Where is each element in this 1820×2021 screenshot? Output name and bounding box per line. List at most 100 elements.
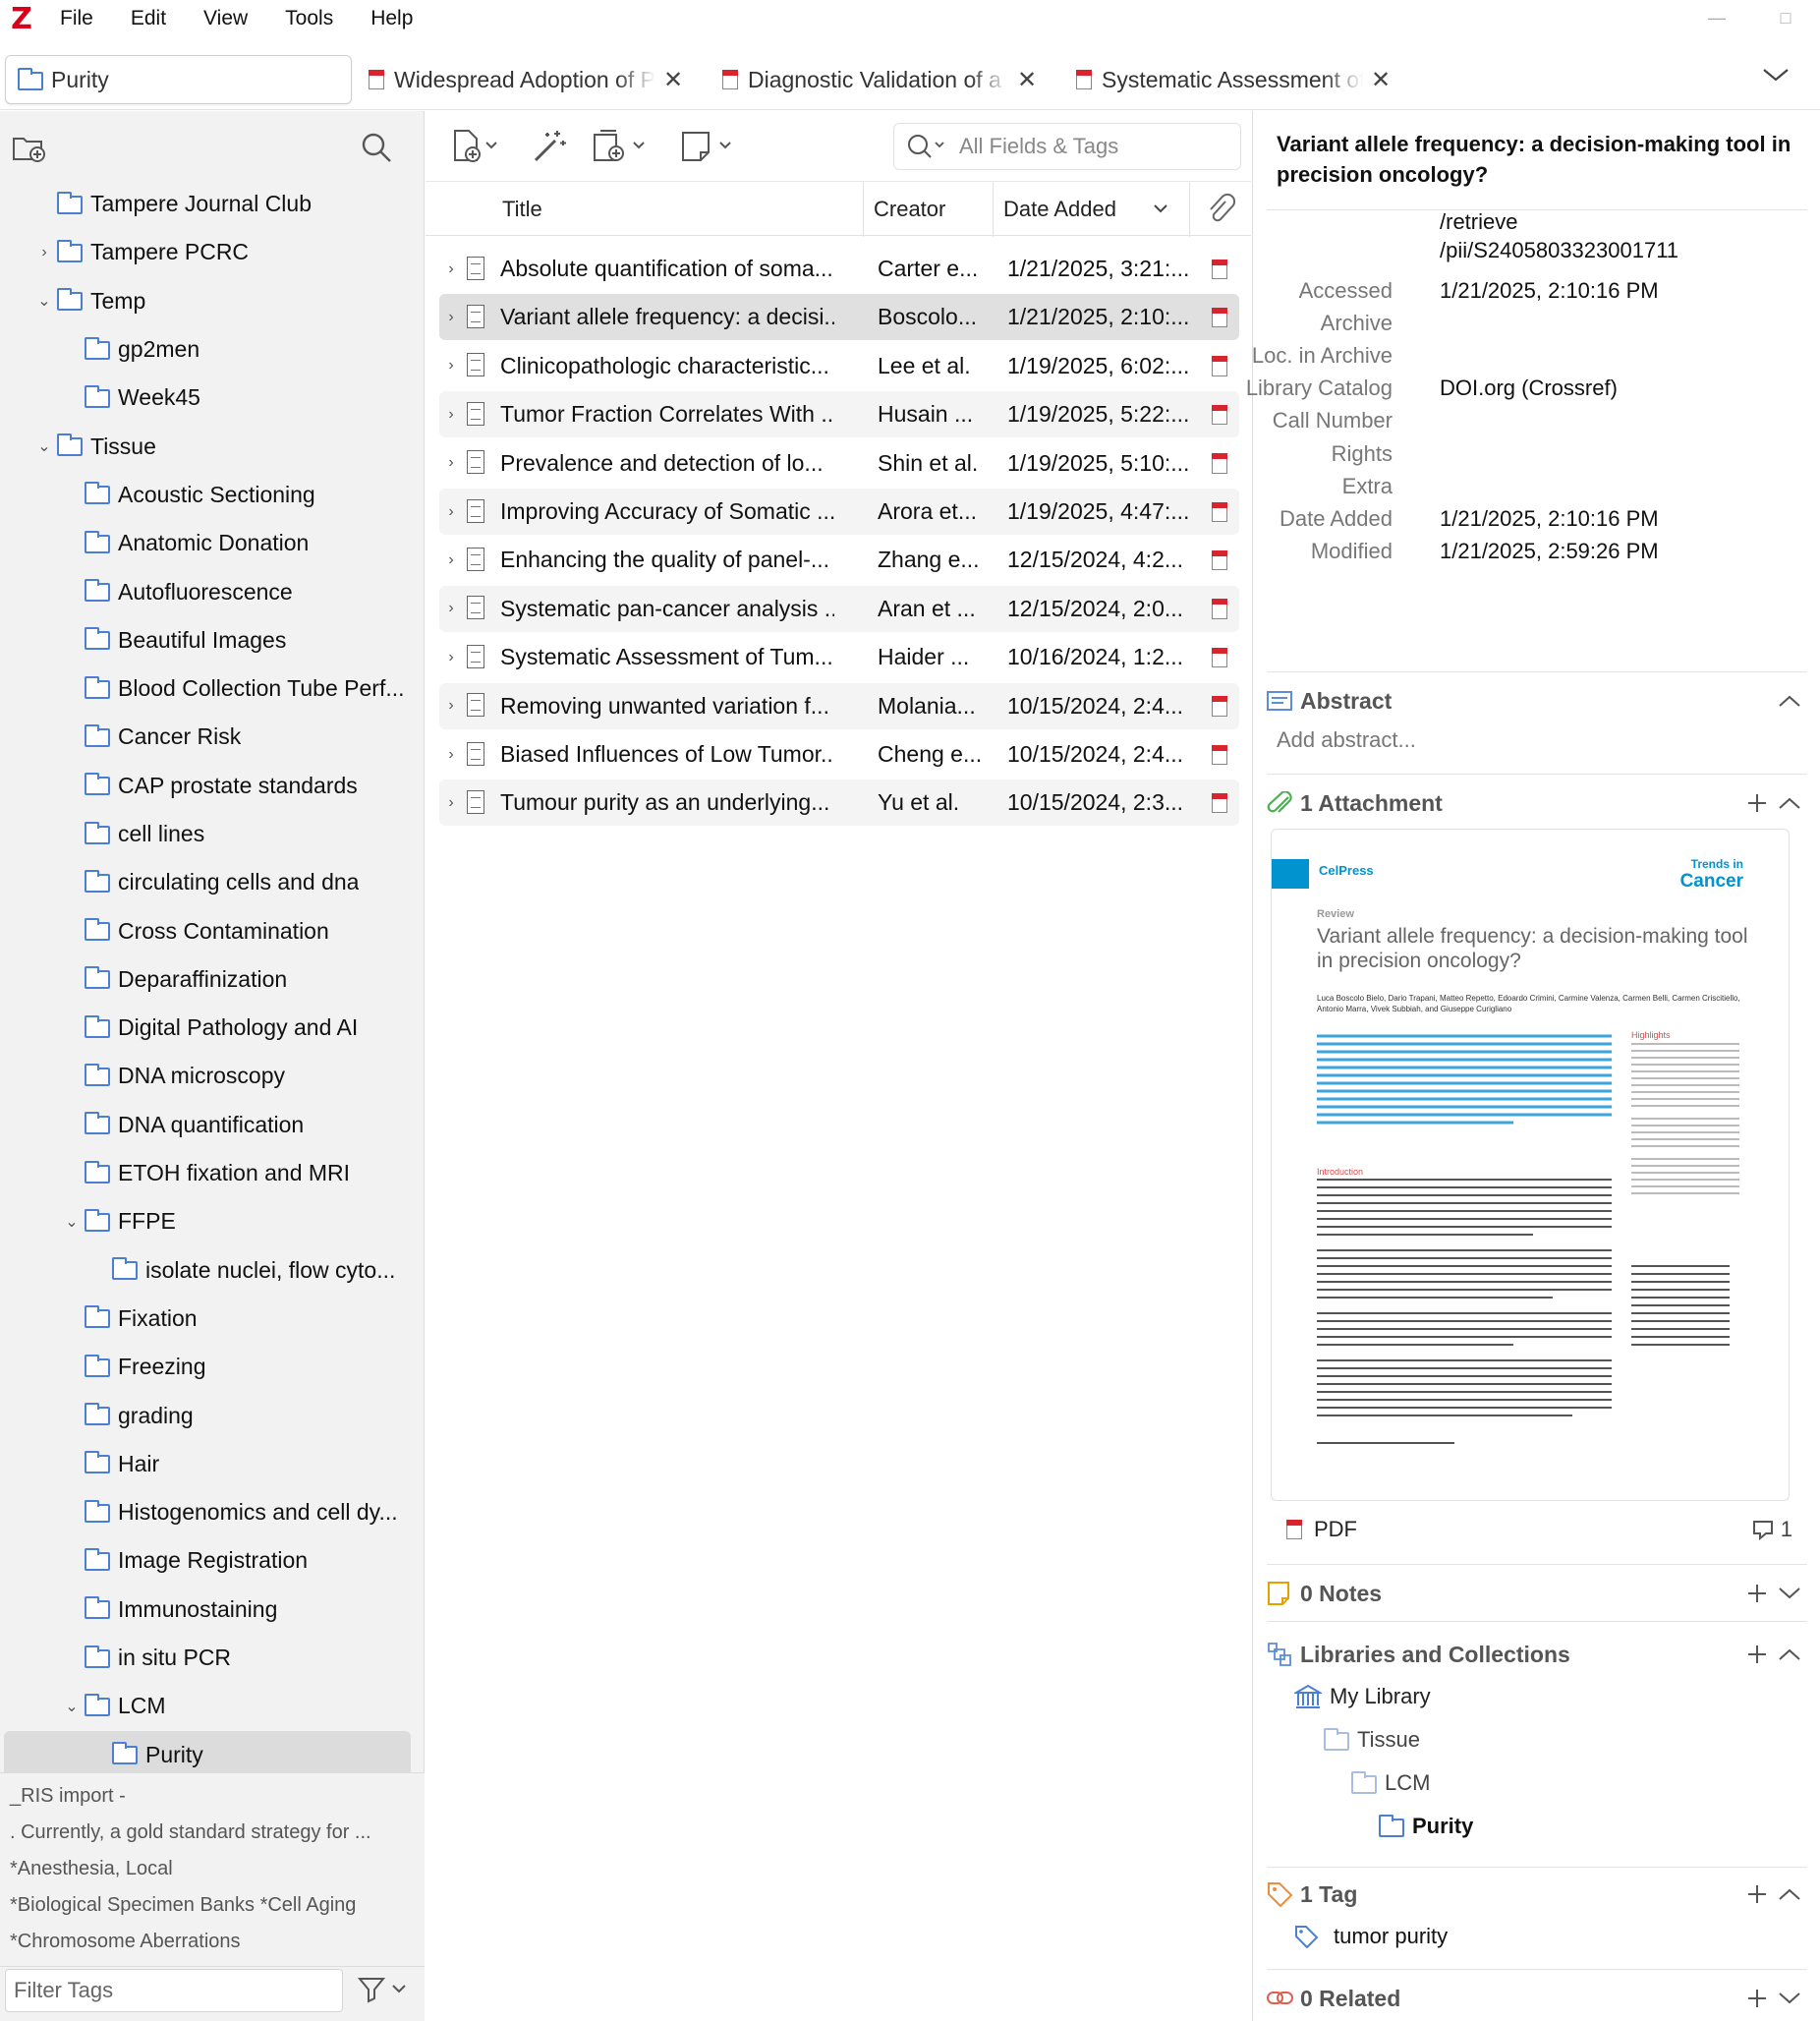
item-row[interactable]: › Removing unwanted variation f... Molania… xyxy=(439,682,1239,729)
twisty-chevron-icon[interactable]: ⌄ xyxy=(33,291,55,311)
collection-item[interactable]: in situ PCR xyxy=(0,1634,425,1682)
tab-library-purity[interactable]: Purity xyxy=(5,55,352,104)
column-attachments[interactable] xyxy=(1189,182,1251,237)
item-row[interactable]: › Improving Accuracy of Somatic ... Arora … xyxy=(439,489,1239,535)
item-row[interactable]: › Variant allele frequency: a decisi... Bo… xyxy=(439,294,1239,341)
add-note-plus-icon[interactable] xyxy=(1746,1583,1768,1604)
column-title[interactable]: Title xyxy=(426,182,863,237)
collection-item[interactable]: ⌄ Tissue xyxy=(0,422,425,470)
field-value[interactable]: 1/21/2025, 2:10:16 PM xyxy=(1440,506,1659,532)
expand-chevron-icon[interactable]: › xyxy=(439,454,463,472)
pdf-attachment-icon[interactable] xyxy=(1212,404,1227,431)
abstract-section-header[interactable]: Abstract xyxy=(1267,679,1807,722)
collection-item[interactable]: ETOH fixation and MRI xyxy=(0,1149,425,1197)
search-icon[interactable] xyxy=(360,131,393,164)
pdf-attachment-icon[interactable] xyxy=(1212,259,1227,285)
close-icon[interactable]: ✕ xyxy=(663,66,683,94)
menu-edit[interactable]: Edit xyxy=(112,7,185,30)
tag-item[interactable]: . Currently, a gold standard strategy fo… xyxy=(10,1821,371,1844)
collapse-chevron-icon[interactable] xyxy=(1778,795,1801,811)
related-section-header[interactable]: 0 Related xyxy=(1267,1977,1807,2020)
close-icon[interactable]: ✕ xyxy=(1017,66,1037,94)
field-url-part1[interactable]: /retrieve xyxy=(1440,209,1517,235)
items-search-field[interactable]: All Fields & Tags xyxy=(893,123,1241,170)
expand-chevron-icon[interactable] xyxy=(1778,1586,1801,1601)
pdf-attachment-icon[interactable] xyxy=(1212,307,1227,333)
collection-item[interactable]: Freezing xyxy=(0,1343,425,1391)
twisty-chevron-icon[interactable]: ⌄ xyxy=(61,1212,83,1232)
attachment-row-pdf[interactable]: PDF xyxy=(1285,1517,1357,1542)
expand-chevron-icon[interactable]: › xyxy=(439,746,463,764)
field-url-part2[interactable]: /pii/S2405803323001711 xyxy=(1440,238,1678,263)
collapse-chevron-icon[interactable] xyxy=(1778,1886,1801,1902)
item-row[interactable]: › Tumor Fraction Correlates With ... Husai… xyxy=(439,391,1239,438)
menu-help[interactable]: Help xyxy=(352,7,431,30)
item-title[interactable]: Variant allele frequency: a decision-mak… xyxy=(1277,129,1807,190)
add-attachment-plus-icon[interactable] xyxy=(1746,792,1768,814)
collection-item[interactable]: Digital Pathology and AI xyxy=(0,1004,425,1052)
add-related-plus-icon[interactable] xyxy=(1746,1988,1768,2009)
tabs-menu-chevron-icon[interactable] xyxy=(1761,65,1791,85)
pdf-attachment-icon[interactable] xyxy=(1212,356,1227,382)
collection-item[interactable]: Tampere Journal Club xyxy=(0,180,425,228)
collection-item[interactable]: Hair xyxy=(0,1440,425,1488)
tab-pdf-3[interactable]: Systematic Assessment of ✕ xyxy=(1076,55,1400,104)
tag-item[interactable]: *Anesthesia, Local xyxy=(10,1858,173,1880)
pdf-attachment-icon[interactable] xyxy=(1212,647,1227,673)
collection-item[interactable]: Blood Collection Tube Perf... xyxy=(0,664,425,713)
collection-item[interactable]: DNA quantification xyxy=(0,1101,425,1149)
collection-item[interactable]: Histogenomics and cell dy... xyxy=(0,1488,425,1536)
expand-chevron-icon[interactable]: › xyxy=(439,406,463,424)
collection-item[interactable]: Immunostaining xyxy=(0,1586,425,1634)
collection-path-tissue[interactable]: Tissue xyxy=(1322,1727,1420,1753)
menu-file[interactable]: File xyxy=(41,7,112,30)
expand-chevron-icon[interactable]: › xyxy=(439,551,463,569)
pdf-attachment-icon[interactable] xyxy=(1212,599,1227,625)
new-collection-icon[interactable] xyxy=(12,133,47,164)
collection-path-lcm[interactable]: LCM xyxy=(1349,1770,1430,1796)
item-row[interactable]: › Systematic Assessment of Tum... Haider .… xyxy=(439,634,1239,680)
tags-section-header[interactable]: 1 Tag xyxy=(1267,1873,1807,1916)
collapse-chevron-icon[interactable] xyxy=(1778,693,1801,709)
collection-item[interactable]: DNA microscopy xyxy=(0,1052,425,1100)
collection-path-purity[interactable]: Purity xyxy=(1377,1814,1473,1839)
pdf-attachment-icon[interactable] xyxy=(1212,696,1227,722)
tag-item[interactable]: *Biological Specimen Banks *Cell Aging xyxy=(10,1894,356,1917)
collection-item[interactable]: isolate nuclei, flow cyto... xyxy=(0,1246,425,1295)
item-row[interactable]: › Biased Influences of Low Tumor... Cheng … xyxy=(439,731,1239,778)
tab-pdf-2[interactable]: Diagnostic Validation of a ✕ xyxy=(722,55,1047,104)
menu-view[interactable]: View xyxy=(185,7,266,30)
collection-item[interactable]: Week45 xyxy=(0,374,425,422)
collection-item[interactable]: cell lines xyxy=(0,810,425,858)
field-value[interactable]: DOI.org (Crossref) xyxy=(1440,375,1618,401)
item-row[interactable]: › Prevalence and detection of lo... Shin e… xyxy=(439,440,1239,487)
collection-item[interactable]: Beautiful Images xyxy=(0,616,425,664)
tag-filter-funnel-icon[interactable] xyxy=(356,1973,409,2004)
collection-item[interactable]: Fixation xyxy=(0,1295,425,1343)
expand-chevron-icon[interactable] xyxy=(1778,1991,1801,2006)
collection-item[interactable]: Acoustic Sectioning xyxy=(0,471,425,519)
collection-item[interactable]: CAP prostate standards xyxy=(0,762,425,810)
expand-chevron-icon[interactable]: › xyxy=(439,260,463,278)
collection-item[interactable]: grading xyxy=(0,1391,425,1439)
tab-pdf-1[interactable]: Widespread Adoption of P ✕ xyxy=(369,55,693,104)
add-to-collection-plus-icon[interactable] xyxy=(1746,1644,1768,1665)
pdf-attachment-icon[interactable] xyxy=(1212,744,1227,771)
column-creator[interactable]: Creator xyxy=(863,182,993,237)
minimize-button[interactable]: — xyxy=(1682,0,1751,37)
expand-chevron-icon[interactable]: › xyxy=(439,649,463,666)
item-row[interactable]: › Clinicopathologic characteristic... Lee … xyxy=(439,343,1239,389)
menu-tools[interactable]: Tools xyxy=(266,7,352,30)
filter-tags-input[interactable]: Filter Tags xyxy=(5,1969,343,2012)
tag-item[interactable]: _RIS import - xyxy=(10,1785,126,1808)
expand-chevron-icon[interactable]: › xyxy=(439,503,463,521)
collection-item[interactable]: Cancer Risk xyxy=(0,713,425,761)
field-value[interactable]: 1/21/2025, 2:59:26 PM xyxy=(1440,539,1659,564)
pdf-attachment-icon[interactable] xyxy=(1212,501,1227,528)
collection-item[interactable]: circulating cells and dna xyxy=(0,858,425,906)
column-date-added[interactable]: Date Added xyxy=(993,182,1189,237)
collection-item[interactable]: ⌄ FFPE xyxy=(0,1197,425,1245)
twisty-chevron-icon[interactable]: › xyxy=(33,244,55,261)
item-row[interactable]: › Tumour purity as an underlying... Yu et … xyxy=(439,780,1239,827)
add-tag-plus-icon[interactable] xyxy=(1746,1883,1768,1905)
